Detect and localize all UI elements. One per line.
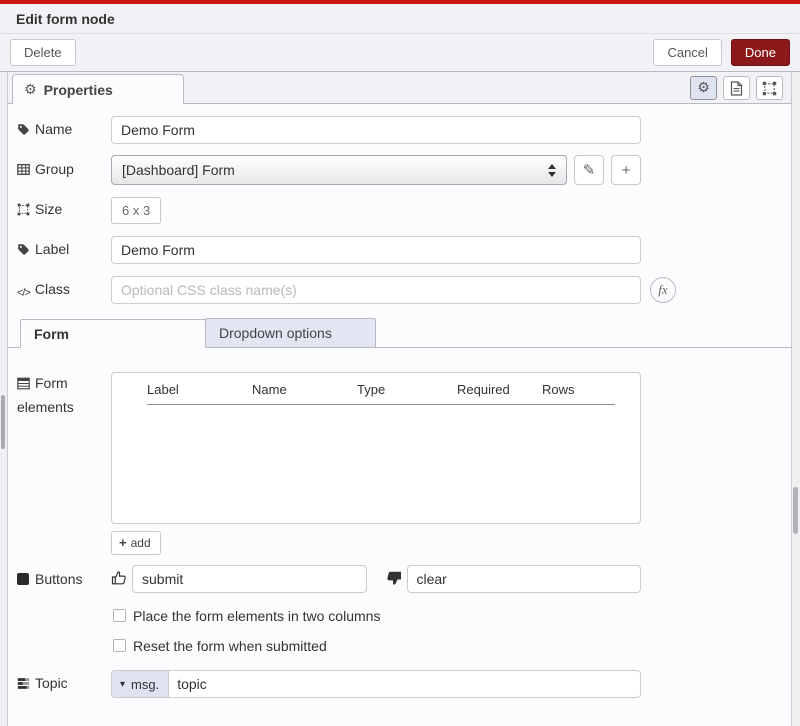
- thumbs-down-icon: [386, 570, 402, 589]
- reset-form-option-label: Reset the form when submitted: [133, 638, 327, 654]
- label-label: Label: [17, 241, 111, 259]
- right-scrollbar-thumb[interactable]: [793, 487, 798, 534]
- appearance-icon-button[interactable]: [756, 76, 783, 100]
- group-row: Group [Dashboard] Form ✎ +: [17, 156, 791, 184]
- properties-icon-button[interactable]: ⚙: [690, 76, 717, 100]
- class-input[interactable]: [111, 276, 641, 304]
- left-scrollbar-thumb[interactable]: [1, 395, 5, 449]
- two-columns-option-label: Place the form elements in two columns: [133, 608, 380, 624]
- plus-icon: +: [119, 535, 127, 550]
- subtab-dropdown-options[interactable]: Dropdown options: [205, 318, 376, 347]
- label-input[interactable]: [111, 236, 641, 264]
- buttons-label: Buttons: [17, 571, 111, 587]
- caret-down-icon: ▾: [120, 679, 125, 690]
- dialog-action-bar: Delete Cancel Done: [0, 34, 800, 72]
- reset-form-option[interactable]: Reset the form when submitted: [113, 638, 791, 653]
- fx-icon: fx: [658, 282, 667, 298]
- object-group-icon: [17, 203, 30, 219]
- topic-type-select[interactable]: ▾ msg.: [112, 671, 169, 697]
- done-button[interactable]: Done: [731, 39, 790, 66]
- name-input[interactable]: [111, 116, 641, 144]
- tab-properties-label: Properties: [44, 82, 113, 98]
- label-row: Label: [17, 236, 791, 264]
- buttons-row: Buttons: [17, 565, 791, 593]
- plus-icon: +: [622, 162, 631, 179]
- size-label: Size: [17, 201, 111, 219]
- document-icon: [730, 81, 743, 96]
- edit-node-dialog: Edit form node Delete Cancel Done ⚙ Prop…: [0, 0, 800, 726]
- form-elements-table[interactable]: Label Name Type Required Rows: [111, 372, 641, 524]
- form-elements-editor: Label Name Type Required Rows +add: [111, 372, 641, 555]
- column-header: Name: [252, 382, 357, 397]
- edit-group-button[interactable]: ✎: [574, 155, 604, 185]
- size-row: Size 6 x 3: [17, 196, 791, 224]
- select-arrows-icon: [548, 164, 556, 177]
- size-button[interactable]: 6 x 3: [111, 197, 161, 224]
- dialog-title-bar: Edit form node: [0, 4, 800, 34]
- object-group-icon: [762, 81, 777, 96]
- topic-label: Topic: [17, 675, 111, 693]
- subtab-form[interactable]: Form: [20, 319, 206, 348]
- form-elements-section: Form elements Label Name Type Required R…: [17, 372, 791, 555]
- submit-button-label-input[interactable]: [132, 565, 367, 593]
- code-icon: </>: [17, 287, 30, 299]
- node-subtab-bar: Form Dropdown options: [8, 318, 791, 348]
- gear-icon: ⚙: [24, 83, 37, 97]
- column-header: Required: [457, 382, 542, 397]
- add-element-button[interactable]: +add: [111, 531, 161, 555]
- form-elements-label: Form elements: [17, 372, 111, 555]
- fx-expression-button[interactable]: fx: [650, 277, 676, 303]
- tab-properties[interactable]: ⚙ Properties: [12, 74, 184, 104]
- group-label: Group: [17, 161, 111, 179]
- column-header: Type: [357, 382, 457, 397]
- class-label: </>Class: [17, 281, 111, 299]
- dialog-title: Edit form node: [16, 11, 115, 27]
- tag-icon: [17, 123, 30, 139]
- editor-tab-icons: ⚙: [690, 76, 783, 100]
- gear-icon: ⚙: [697, 81, 710, 95]
- th-list-icon: [17, 374, 30, 396]
- topic-type-label: msg.: [131, 677, 159, 692]
- delete-button[interactable]: Delete: [10, 39, 76, 66]
- column-header: Label: [147, 382, 252, 397]
- dialog-body: ⚙ Properties ⚙: [7, 72, 792, 726]
- editor-tab-bar: ⚙ Properties ⚙: [8, 72, 791, 104]
- name-label: Name: [17, 121, 111, 139]
- column-header: Rows: [542, 382, 615, 397]
- cancel-button[interactable]: Cancel: [653, 39, 721, 66]
- group-select-value: [Dashboard] Form: [122, 162, 235, 178]
- clear-button-label-input[interactable]: [407, 565, 642, 593]
- add-group-button[interactable]: +: [611, 155, 641, 185]
- group-select[interactable]: [Dashboard] Form: [111, 155, 567, 185]
- topic-value-input[interactable]: [169, 671, 640, 697]
- checkbox[interactable]: [113, 609, 126, 622]
- checkbox[interactable]: [113, 639, 126, 652]
- topic-typed-input: ▾ msg.: [111, 670, 641, 698]
- thumbs-up-icon: [111, 570, 127, 589]
- tasks-icon: [17, 677, 30, 693]
- square-icon: [17, 573, 29, 585]
- properties-form: Name Grou: [8, 104, 791, 698]
- tag-icon: [17, 243, 30, 259]
- two-columns-option[interactable]: Place the form elements in two columns: [113, 608, 791, 623]
- table-icon: [17, 163, 30, 179]
- class-row: </>Class fx: [17, 276, 791, 304]
- pencil-icon: ✎: [583, 161, 596, 179]
- description-icon-button[interactable]: [723, 76, 750, 100]
- form-elements-table-header: Label Name Type Required Rows: [147, 382, 615, 405]
- name-row: Name: [17, 116, 791, 144]
- topic-row: Topic ▾ msg.: [17, 670, 791, 698]
